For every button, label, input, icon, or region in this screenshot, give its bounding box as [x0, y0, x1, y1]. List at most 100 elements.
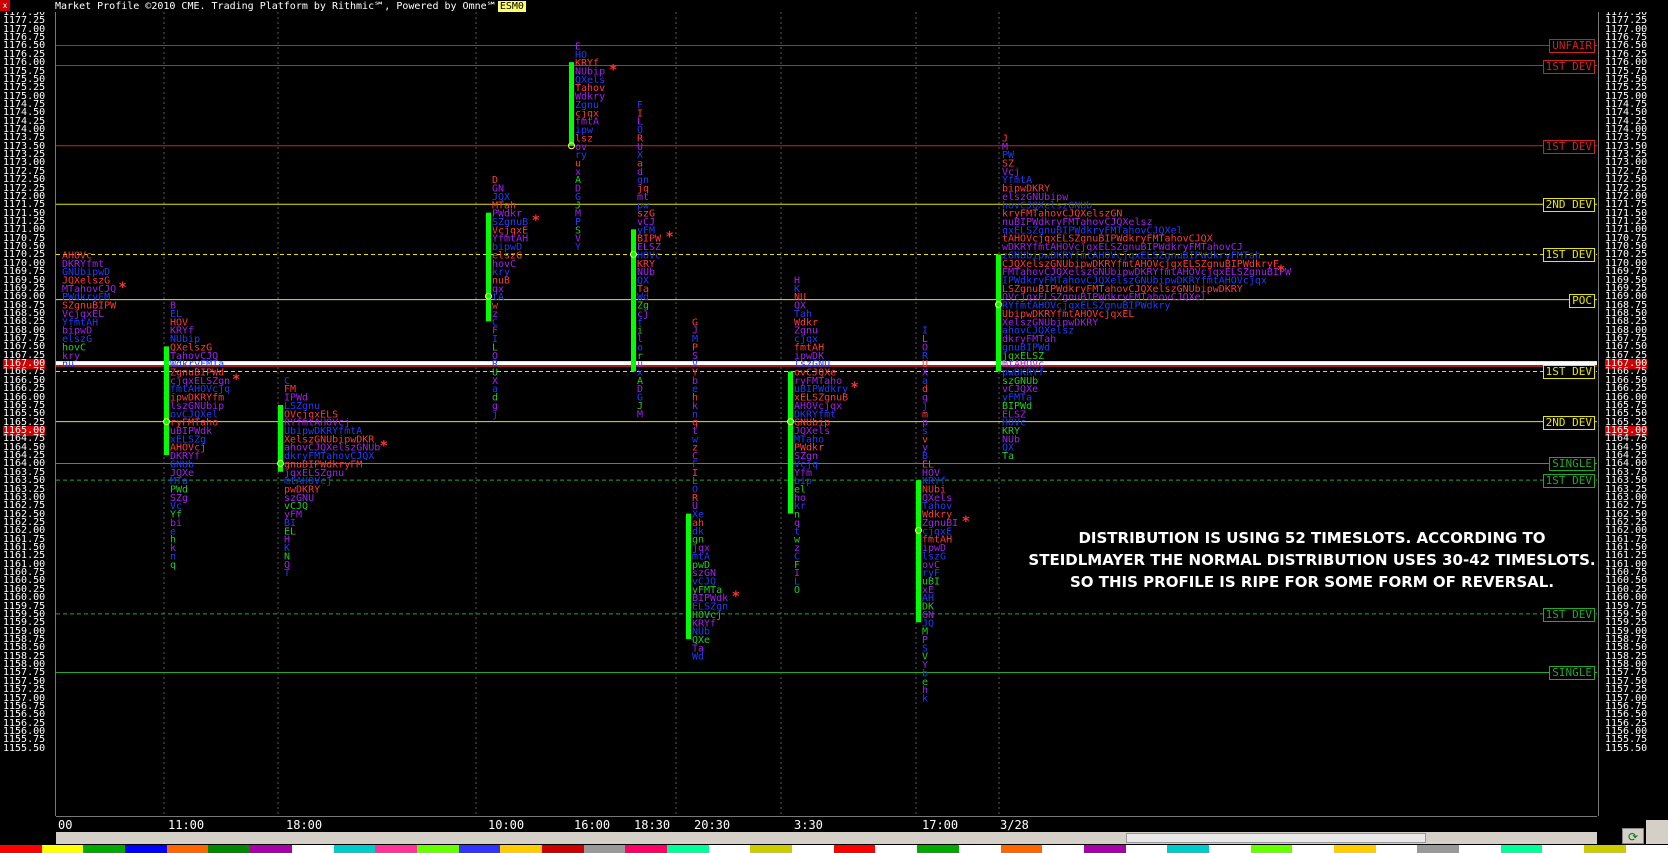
- price-axis-right: 1177.50 1177.25 1177.00 1176.75 1176.50 1176.…: [1598, 12, 1668, 816]
- palette-swatch[interactable]: [1584, 845, 1626, 853]
- palette-swatch[interactable]: [375, 845, 417, 853]
- palette-swatch[interactable]: [1042, 845, 1084, 853]
- palette-swatch[interactable]: [1000, 845, 1043, 853]
- palette-swatch[interactable]: [416, 845, 459, 853]
- tpo-row: Y: [575, 242, 581, 253]
- palette-swatch[interactable]: [208, 845, 251, 853]
- time-label: 3:30: [794, 818, 823, 832]
- palette-swatch[interactable]: [875, 845, 918, 853]
- tpo-row: j: [492, 409, 498, 420]
- chart-annotation: DISTRIBUTION IS USING 52 TIMESLOTS. ACCO…: [1027, 527, 1597, 593]
- palette-swatch[interactable]: [1500, 845, 1543, 853]
- time-label: 16:00: [574, 818, 611, 832]
- poc-star: *: [532, 213, 540, 229]
- palette-swatch[interactable]: [667, 845, 709, 853]
- reference-level-label: 2ND DEV: [1542, 415, 1595, 430]
- poc-star: *: [962, 514, 970, 530]
- reference-level-label: 2ND DEV: [1542, 198, 1595, 213]
- palette-swatch[interactable]: [708, 845, 751, 853]
- palette-swatch[interactable]: [1334, 845, 1376, 853]
- time-label: 11:00: [168, 818, 205, 832]
- title-text: Market Profile ©2010 CME. Trading Platfo…: [55, 1, 497, 12]
- palette-swatch[interactable]: [1083, 845, 1126, 853]
- palette-swatch[interactable]: [125, 845, 167, 853]
- palette-swatch[interactable]: [1459, 845, 1501, 853]
- tpo-profile: DGNJQXMTahPWdkrSZgnuBVcjqxEYfmtAHbipwDel…: [485, 175, 540, 420]
- tpo-row: Ta: [1002, 451, 1014, 462]
- time-label: 18:30: [634, 818, 671, 832]
- time-label: 00: [58, 818, 73, 832]
- tpo-profile: CFMIPWdLSZgnuOVcjqxELSRYfmtAHOVcjUbipwDK…: [277, 376, 388, 579]
- palette-swatch[interactable]: [41, 845, 84, 853]
- palette-swatch[interactable]: [917, 845, 959, 853]
- reference-level-label: 1ST DEV: [1542, 248, 1595, 263]
- palette-swatch[interactable]: [1208, 845, 1251, 853]
- palette-swatch[interactable]: [750, 845, 793, 853]
- reference-level-label: SINGLE: [1549, 666, 1595, 681]
- palette-swatch[interactable]: [1250, 845, 1293, 853]
- reference-level-label: 1ST DEV: [1542, 474, 1595, 489]
- tpo-profile: HKNUQXTahWdkrZgnucjqxfmtAHipwDKlszGNUovC…: [787, 276, 859, 596]
- scrollbar-thumb[interactable]: [1126, 833, 1426, 843]
- reference-level-label: 1ST DEV: [1542, 365, 1595, 380]
- palette-swatch[interactable]: [166, 845, 209, 853]
- tpo-profile: EHOKRYfNUbipQXelsTahovWdkryZgnucjqxfmtAi…: [568, 41, 617, 253]
- palette-swatch[interactable]: [792, 845, 834, 853]
- price-axis-left: 1177.50 1177.25 1177.00 1176.75 1176.50 1176.…: [0, 12, 56, 816]
- resize-grip[interactable]: [1646, 820, 1668, 844]
- reference-level-label: 1ST DEV: [1542, 607, 1595, 622]
- palette-swatch[interactable]: [1625, 845, 1668, 853]
- palette-swatch[interactable]: [1125, 845, 1168, 853]
- palette-swatch[interactable]: [541, 845, 584, 853]
- palette-swatch[interactable]: [958, 845, 1001, 853]
- time-axis: 00 11:00 18:00 10:00 16:00 18:30 20:30 3:30 17:0…: [56, 816, 1597, 833]
- refresh-icon[interactable]: ⟳: [1622, 828, 1644, 844]
- tpo-row: q: [170, 560, 176, 571]
- profile-canvas: AHOVcDKRYfmtGNUbipwDJQXelszGMTahovCJQPWd…: [56, 12, 1597, 816]
- tpo-row: Wd: [692, 652, 704, 663]
- reference-level-label: SINGLE: [1549, 457, 1595, 472]
- palette-swatch[interactable]: [458, 845, 501, 853]
- palette-swatch[interactable]: [1542, 845, 1585, 853]
- tpo-row: M: [637, 409, 643, 420]
- palette-swatch[interactable]: [1417, 845, 1460, 853]
- palette-swatch[interactable]: [250, 845, 292, 853]
- tpo-row: nu: [62, 359, 74, 370]
- initial-balance-bar: [788, 371, 793, 514]
- palette-swatch[interactable]: [625, 845, 667, 853]
- poc-star: *: [850, 380, 858, 396]
- tpo-profile: AHOVcDKRYfmtGNUbipwDJQXelszGMTahovCJQPWd…: [62, 250, 127, 370]
- tpo-profile: JMPWSZVcjYfmtAbipwDKRYelszGNUbipwhovCJQX…: [995, 133, 1292, 462]
- palette-swatch[interactable]: [1375, 845, 1418, 853]
- market-profile-chart[interactable]: AHOVc DKRYfmt GNUbipwD JQXelszG MTahovCJQ PWd…: [56, 12, 1597, 816]
- palette-swatch[interactable]: [1167, 845, 1209, 853]
- annotation-line-3: SO THIS PROFILE IS RIPE FOR SOME FORM OF…: [1069, 573, 1555, 591]
- palette-swatch[interactable]: [583, 845, 626, 853]
- palette-swatch[interactable]: [0, 845, 42, 853]
- tpo-row: T: [284, 568, 290, 579]
- color-palette-strip[interactable]: [0, 845, 1668, 853]
- initial-balance-bar: [916, 480, 921, 623]
- palette-swatch[interactable]: [833, 845, 876, 853]
- palette-swatch[interactable]: [1292, 845, 1334, 853]
- annotation-line-2: STEIDLMAYER THE NORMAL DISTRIBUTION USES…: [1028, 551, 1596, 569]
- tpo-profile: FILORUXadgnjqmtpwszGvCJyFMBIPWELSZHOVcKR…: [630, 100, 674, 420]
- palette-swatch[interactable]: [291, 845, 334, 853]
- poc-star: *: [232, 372, 240, 388]
- initial-balance-bar: [486, 212, 491, 322]
- reference-level-label: UNFAIR: [1549, 39, 1595, 54]
- time-label: 3/28: [1000, 818, 1029, 832]
- time-label: 20:30: [694, 818, 731, 832]
- initial-balance-bar: [996, 254, 1001, 372]
- price-tick: 1155.50: [1605, 742, 1648, 754]
- palette-swatch[interactable]: [83, 845, 126, 853]
- tpo-profile: ILORUXadgjmpsvyBELHOVKRYfNUbiQXelsTahovW…: [915, 326, 970, 705]
- price-tick: 1155.50: [3, 742, 46, 754]
- time-label: 17:00: [922, 818, 959, 832]
- close-window-icon[interactable]: x: [0, 0, 10, 11]
- palette-swatch[interactable]: [333, 845, 376, 853]
- horizontal-scrollbar[interactable]: [56, 832, 1597, 844]
- poc-star: *: [118, 280, 126, 296]
- time-label: 18:00: [286, 818, 323, 832]
- palette-swatch[interactable]: [500, 845, 542, 853]
